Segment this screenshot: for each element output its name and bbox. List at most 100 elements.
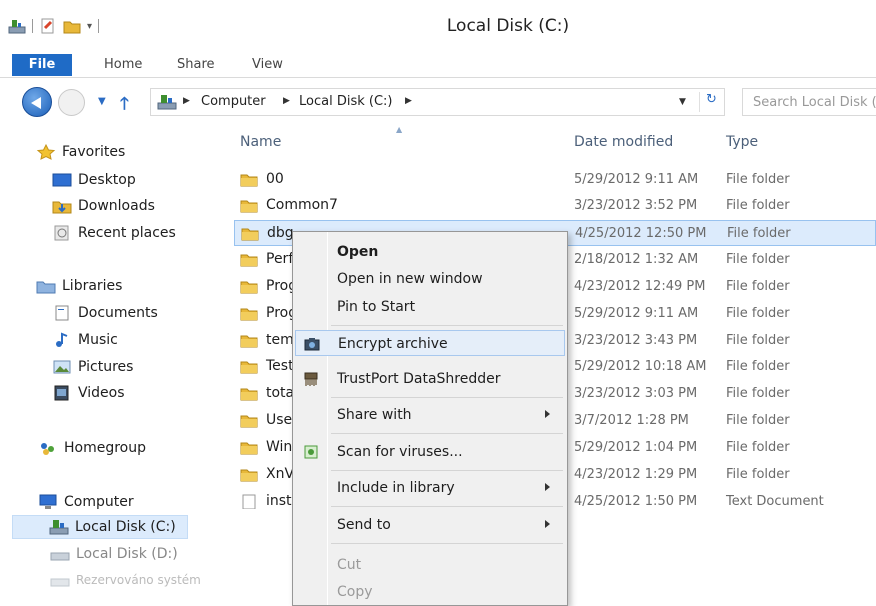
file-type: File folder: [726, 198, 790, 213]
tab-home[interactable]: Home: [92, 54, 154, 76]
tab-file[interactable]: File: [12, 54, 72, 76]
column-header-type[interactable]: Type: [726, 134, 758, 150]
file-row[interactable]: 00 5/29/2012 9:11 AM File folder: [234, 167, 876, 193]
nav-local-c-label: Local Disk (C:): [75, 519, 176, 535]
nav-music-label: Music: [78, 332, 118, 348]
column-header-name[interactable]: Name: [240, 134, 281, 150]
menu-item-open-new-window[interactable]: Open in new window: [295, 266, 565, 292]
folder-icon: [240, 469, 258, 482]
menu-item-cut[interactable]: Cut: [295, 552, 565, 578]
address-dropdown-icon[interactable]: ▼: [679, 97, 686, 107]
file-name: Common7: [266, 197, 338, 213]
file-date: 4/23/2012 1:29 PM: [574, 467, 698, 482]
folder-icon: [240, 415, 258, 428]
menu-label-include-library: Include in library: [337, 480, 455, 496]
documents-icon: [55, 305, 69, 321]
tab-share[interactable]: Share: [165, 54, 227, 76]
file-type: File folder: [726, 306, 790, 321]
nav-documents[interactable]: Documents: [52, 301, 158, 325]
menu-item-trustport-shredder[interactable]: TrustPort DataShredder: [295, 366, 565, 392]
star-icon: [36, 144, 56, 160]
file-date: 3/23/2012 3:52 PM: [574, 198, 698, 213]
breadcrumb-local-disk[interactable]: Local Disk (C:): [299, 94, 392, 109]
menu-label-send-to: Send to: [337, 517, 391, 533]
recent-locations-icon[interactable]: ▼: [98, 96, 106, 107]
menu-label-copy: Copy: [337, 584, 373, 600]
nav-libraries[interactable]: Libraries: [36, 274, 122, 298]
menu-label-cut: Cut: [337, 557, 362, 573]
nav-computer-label: Computer: [64, 494, 134, 510]
breadcrumb-separator-icon[interactable]: ▶: [283, 96, 290, 106]
nav-pictures[interactable]: Pictures: [52, 355, 133, 379]
menu-item-include-in-library[interactable]: Include in library: [295, 475, 565, 501]
file-date: 3/23/2012 3:43 PM: [574, 333, 698, 348]
file-name: tem: [266, 332, 294, 348]
computer-icon: [39, 494, 57, 509]
camera-lock-icon: [304, 338, 320, 351]
nav-reserved-drive[interactable]: Rezervováno systém: [50, 568, 201, 592]
file-type: File folder: [726, 386, 790, 401]
menu-separator: [331, 325, 563, 326]
menu-item-share-with[interactable]: Share with: [295, 402, 565, 428]
nav-documents-label: Documents: [78, 305, 158, 321]
homegroup-icon: [41, 443, 54, 455]
back-button[interactable]: [22, 87, 52, 117]
folder-icon: [240, 335, 258, 348]
nav-recent-places[interactable]: Recent places: [52, 221, 176, 245]
nav-computer[interactable]: Computer: [38, 490, 134, 514]
nav-favorites[interactable]: Favorites: [36, 140, 125, 164]
menu-separator: [331, 397, 563, 398]
nav-local-disk-d[interactable]: Local Disk (D:): [50, 542, 178, 566]
menu-item-encrypt-archive[interactable]: Encrypt archive: [295, 330, 565, 356]
videos-icon: [54, 385, 69, 401]
menu-item-open[interactable]: Open: [295, 239, 565, 265]
file-type: File folder: [727, 226, 791, 241]
sort-ascending-icon: ▲: [396, 125, 403, 134]
search-input[interactable]: Search Local Disk (C:): [742, 88, 876, 116]
folder-icon: [240, 174, 258, 187]
breadcrumb-computer[interactable]: Computer: [201, 94, 266, 109]
antivirus-icon: [304, 445, 318, 459]
file-type: File folder: [726, 252, 790, 267]
drive-icon: [157, 95, 177, 110]
breadcrumb-separator-icon[interactable]: ▶: [183, 96, 190, 106]
menu-item-send-to[interactable]: Send to: [295, 512, 565, 538]
nav-homegroup[interactable]: Homegroup: [38, 436, 146, 460]
file-date: 4/23/2012 12:49 PM: [574, 279, 706, 294]
nav-downloads[interactable]: Downloads: [52, 194, 155, 218]
file-date: 3/23/2012 3:03 PM: [574, 386, 698, 401]
folder-icon: [240, 200, 258, 213]
nav-videos[interactable]: Videos: [52, 381, 125, 405]
file-name: tota: [266, 385, 295, 401]
folder-icon: [240, 254, 258, 267]
menu-separator: [331, 506, 563, 507]
file-date: 3/7/2012 1:28 PM: [574, 413, 689, 428]
up-arrow-icon[interactable]: 🡑: [120, 91, 129, 120]
file-row[interactable]: Common7 3/23/2012 3:52 PM File folder: [234, 193, 876, 219]
submenu-arrow-icon: [545, 410, 550, 418]
menu-separator: [331, 433, 563, 434]
refresh-icon[interactable]: ↻: [699, 92, 723, 112]
nav-desktop[interactable]: Desktop: [52, 168, 136, 192]
tab-view[interactable]: View: [240, 54, 295, 76]
breadcrumb-separator-icon[interactable]: ▶: [405, 96, 412, 106]
file-type: File folder: [726, 333, 790, 348]
folder-icon: [240, 388, 258, 401]
drive-icon: [49, 520, 69, 535]
file-name: dbg: [267, 225, 294, 241]
address-bar[interactable]: ▶ Computer ▶ Local Disk (C:) ▶ ▼ ↻: [150, 88, 725, 116]
menu-item-copy[interactable]: Copy: [295, 579, 565, 605]
menu-item-pin-to-start[interactable]: Pin to Start: [295, 294, 565, 320]
column-header-date[interactable]: Date modified: [574, 134, 673, 150]
nav-music[interactable]: Music: [52, 328, 118, 352]
folder-icon: [240, 361, 258, 374]
menu-item-scan-viruses[interactable]: Scan for viruses...: [295, 439, 565, 465]
drive-icon: [50, 578, 70, 587]
window-title: Local Disk (C:): [446, 16, 570, 36]
forward-button[interactable]: [58, 89, 85, 116]
menu-label-open: Open: [337, 244, 379, 260]
nav-local-disk-c[interactable]: Local Disk (C:): [12, 515, 188, 539]
file-name: XnV: [266, 466, 295, 482]
file-name: Win: [266, 439, 293, 455]
menu-label-encrypt-archive: Encrypt archive: [338, 336, 448, 352]
